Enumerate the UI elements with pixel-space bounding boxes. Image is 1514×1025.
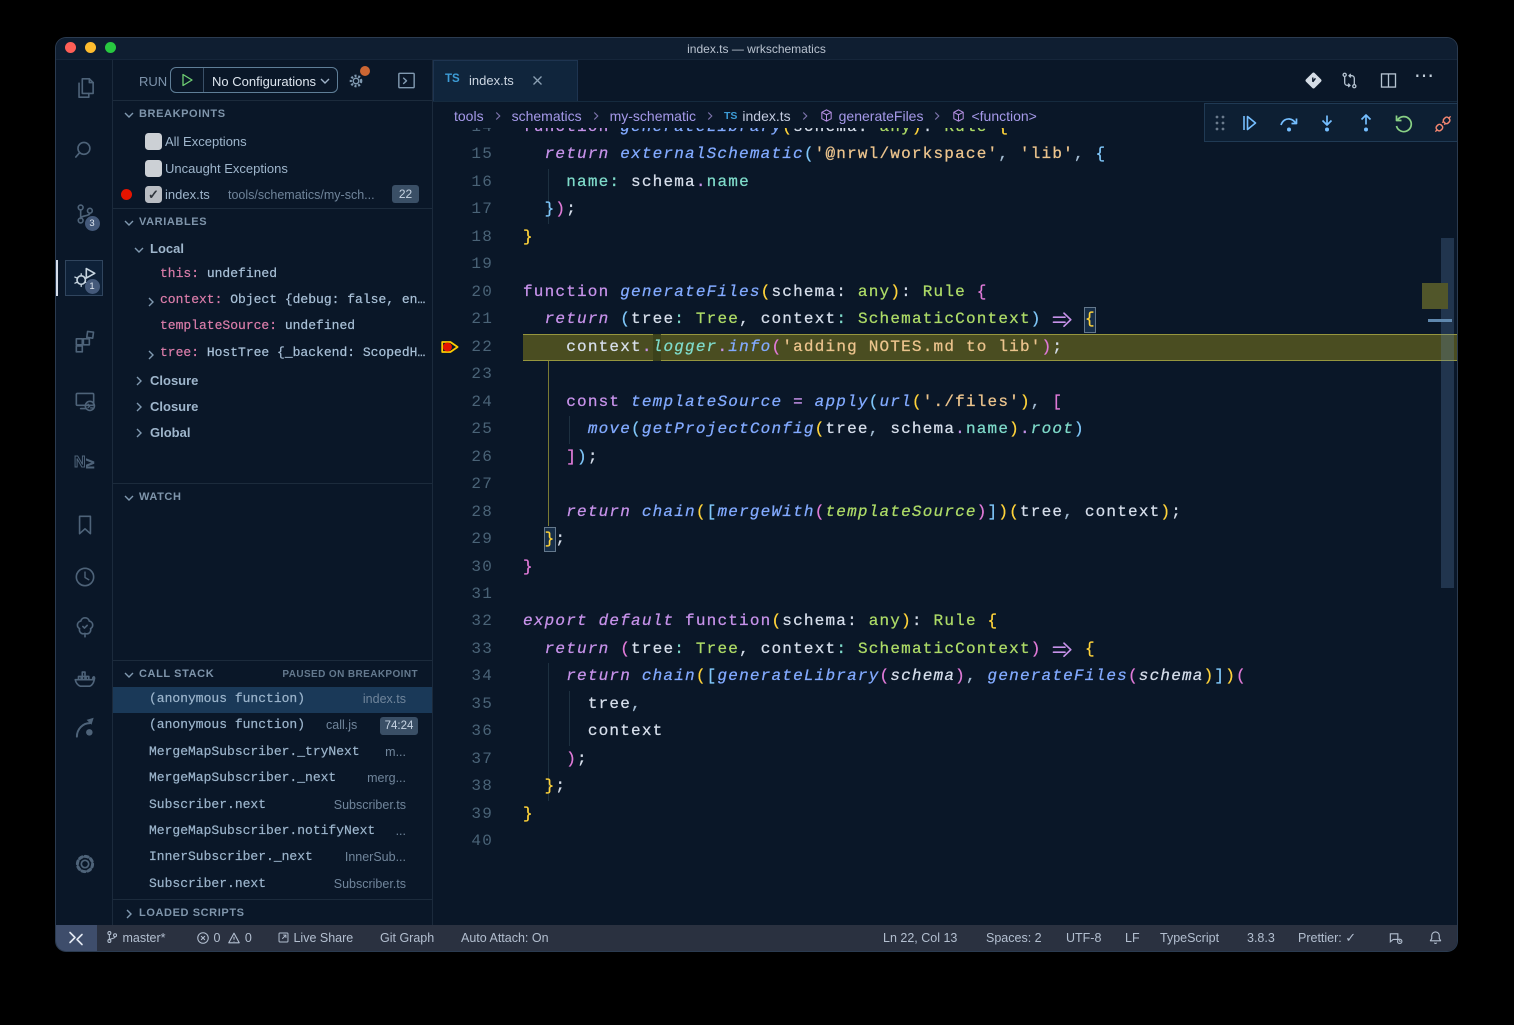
svg-text:≥: ≥ [86, 455, 94, 472]
svg-text:N: N [74, 454, 86, 471]
